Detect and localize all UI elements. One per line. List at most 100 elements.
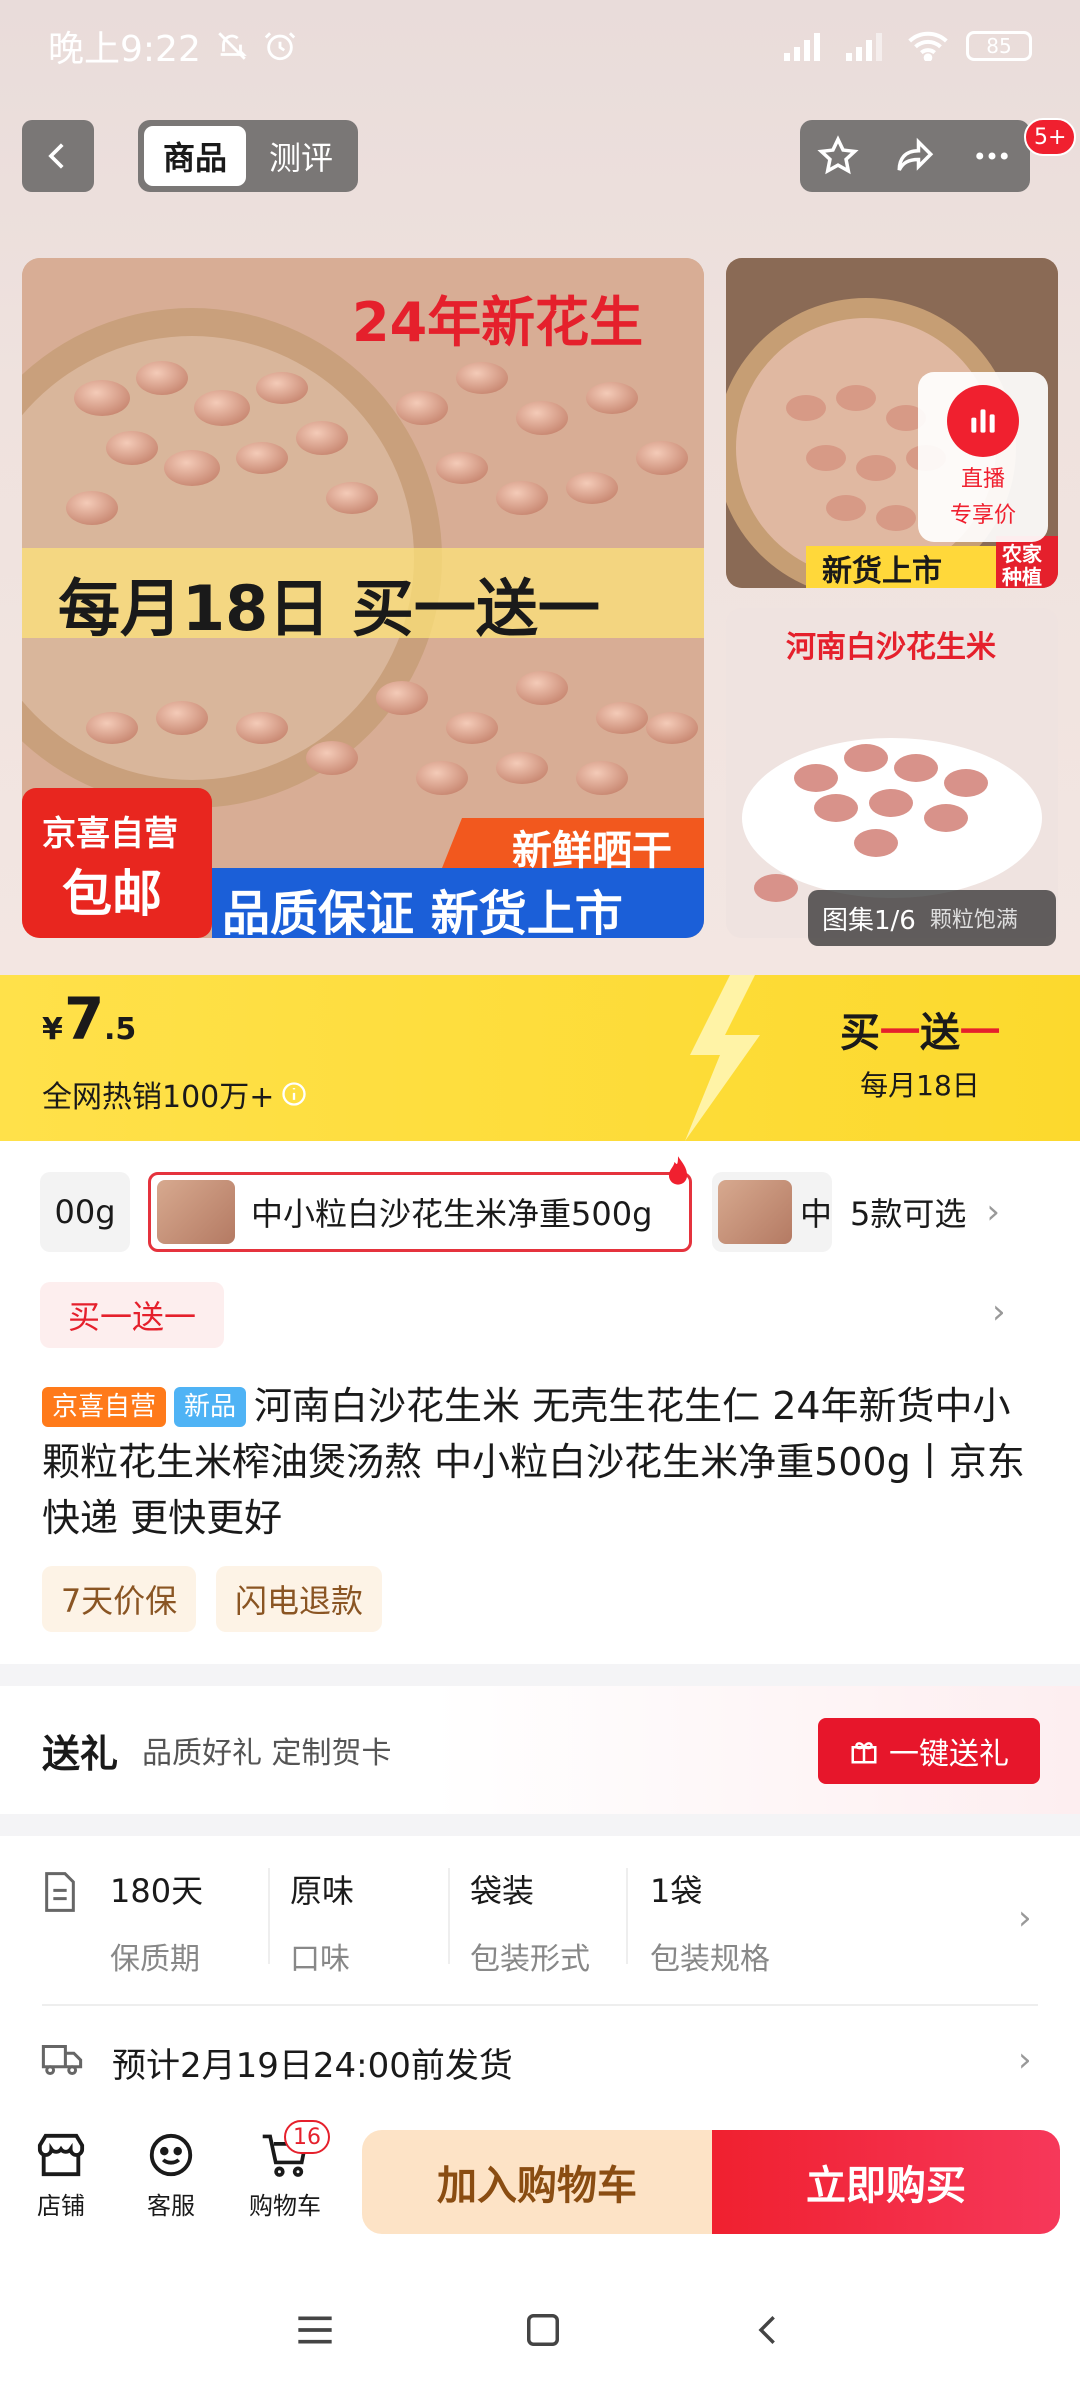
hot-sales: 全网热销100万+ [42, 1072, 308, 1116]
product-title: 京喜自营 新品 河南白沙花生米 无壳生花生仁 24年新货中小颗粒花生米榨油煲汤熬 中… [42, 1378, 1042, 1546]
spec-package-size: 1袋包装规格 [650, 1866, 820, 1978]
page-tabs: 商品 测评 [138, 120, 358, 192]
spec-package-form: 袋装 包装形式 [470, 1866, 640, 1978]
sku-option-selected[interactable]: 中小粒白沙花生米净重500g [148, 1172, 692, 1252]
gift-title: 送礼 [42, 1731, 119, 1776]
customer-service-button[interactable]: 客服 [126, 2130, 216, 2221]
send-gift-button[interactable]: 一键送礼 [818, 1718, 1040, 1784]
sku-count[interactable]: 5款可选 › [850, 1172, 1000, 1252]
hot-sales-text: 全网热销100万+ [42, 1080, 275, 1115]
chevron-right-icon[interactable]: › [1018, 2040, 1032, 2080]
sku-next-label: 中 [800, 1195, 832, 1233]
promo-char-give: 送 [920, 1010, 960, 1056]
badge-new: 新品 [174, 1387, 247, 1427]
spec-value: 180天 [110, 1872, 204, 1910]
document-icon [45, 1872, 75, 1912]
live-label-1: 直播 [960, 467, 1005, 492]
alarm-icon [264, 32, 296, 61]
chevron-right-icon: › [986, 1192, 1000, 1232]
flame-icon [668, 1156, 688, 1185]
main-banner-fresh: 新鲜晒干 [512, 828, 672, 874]
cart-count-badge: 16 [284, 2120, 330, 2154]
price-currency: ¥ [42, 1012, 63, 1047]
mute-bell-icon [218, 32, 247, 60]
lightning-icon [685, 975, 760, 1141]
spec-flavor: 原味 口味 [290, 1866, 460, 1978]
gallery-indicator[interactable]: 图集1/6 颗粒饱满 [808, 890, 1056, 946]
sku-prev-label: 00g [54, 1193, 116, 1231]
main-banner-quality: 品质保证 新货上市 [222, 886, 623, 938]
wifi-icon [908, 31, 948, 61]
spec-shelf-life: 180天保质期 [110, 1866, 280, 1978]
sku-thumbnail [157, 1180, 235, 1244]
section-divider [0, 1664, 1080, 1686]
side2-title: 河南白沙花生米 [786, 630, 996, 665]
info-icon[interactable] [280, 1080, 308, 1108]
home-icon[interactable] [524, 2311, 562, 2349]
add-cart-label: 加入购物车 [437, 2163, 637, 2209]
promo-char-buy: 买 [840, 1010, 880, 1056]
spec-label: 口味 [290, 1942, 350, 1977]
buy-now-label: 立即购买 [806, 2163, 966, 2209]
live-price-button[interactable]: 直播 专享价 [918, 372, 1048, 542]
battery-level: 85 [986, 34, 1012, 58]
main-tag-freeship: 包邮 [62, 865, 162, 923]
promo-box: 买一送一 每月18日 [800, 1000, 1040, 1104]
chevron-right-icon[interactable]: › [1018, 1898, 1032, 1938]
promo-char-one: 一 [880, 1010, 920, 1056]
promo-tag[interactable]: 买一送一 [40, 1282, 224, 1348]
promo-title: 买一送一 [800, 1000, 1040, 1058]
shipping-info: 预计2月19日24:00前发货 [112, 2046, 513, 2086]
service-label: 客服 [147, 2192, 195, 2220]
product-page: 晚上9:22 85 商品 测评 5+ 24年新花生 每月18日 买一送一 京喜自… [0, 0, 1080, 2400]
tab-product[interactable]: 商品 [144, 126, 246, 186]
sku-next-thumbnail [718, 1180, 792, 1244]
main-product-image[interactable]: 24年新花生 每月18日 买一送一 京喜自营 包邮 新鲜晒干 品质保证 新货上市 [22, 258, 704, 938]
spec-divider [626, 1868, 628, 1964]
price-decimal: .5 [104, 1012, 137, 1047]
live-icon [947, 385, 1019, 457]
service-label: 闪电退款 [234, 1582, 363, 1620]
buy-now-button[interactable]: 立即购买 [712, 2130, 1060, 2234]
main-headline: 24年新花生 [352, 291, 644, 354]
system-nav-bar [0, 2260, 1080, 2400]
spec-label: 保质期 [110, 1942, 200, 1977]
chevron-left-icon [48, 143, 64, 169]
menu-icon[interactable] [295, 2313, 335, 2347]
promo-char-one-2: 一 [960, 1010, 1000, 1056]
service-tag-fast-refund[interactable]: 闪电退款 [216, 1566, 382, 1632]
back-nav-icon[interactable] [751, 2311, 785, 2349]
sku-option-next[interactable]: 中 [712, 1172, 832, 1252]
sku-option-prev[interactable]: 00g [40, 1172, 130, 1252]
spec-divider [448, 1868, 450, 1964]
gallery-label: 图集1/6 [822, 905, 916, 936]
gift-icon [851, 1742, 877, 1764]
chat-face-icon [149, 2133, 193, 2177]
tab-review[interactable]: 测评 [250, 126, 352, 186]
main-tag-self: 京喜自营 [42, 814, 178, 854]
spec-value: 袋装 [470, 1872, 535, 1910]
share-icon[interactable] [894, 135, 936, 177]
side1-tag-2: 种植 [1002, 565, 1042, 588]
service-label: 7天价保 [60, 1582, 178, 1620]
price-integer: 7 [64, 985, 105, 1053]
back-button[interactable] [22, 120, 94, 192]
chevron-right-icon[interactable]: › [992, 1292, 1006, 1332]
section-divider [0, 1814, 1080, 1836]
service-tag-price-protect[interactable]: 7天价保 [42, 1566, 196, 1632]
sku-count-label: 5款可选 [850, 1195, 967, 1233]
gift-subtitle: 品质好礼 定制贺卡 [142, 1736, 392, 1771]
cart-label: 购物车 [249, 2192, 321, 2220]
badge-self-operated: 京喜自营 [42, 1387, 167, 1427]
shop-button[interactable]: 店铺 [16, 2130, 106, 2221]
add-to-cart-button[interactable]: 加入购物车 [362, 2130, 712, 2234]
more-icon[interactable] [971, 135, 1013, 177]
row-divider [42, 2004, 1038, 2006]
star-icon[interactable] [817, 135, 859, 177]
spec-value: 1袋 [650, 1872, 703, 1910]
spec-label: 包装规格 [650, 1942, 770, 1977]
side1-label: 新货上市 [822, 554, 942, 588]
side-image-2[interactable]: 河南白沙花生米 [726, 608, 1058, 938]
truck-icon [41, 2044, 83, 2076]
promo-tag-label: 买一送一 [67, 1298, 196, 1336]
